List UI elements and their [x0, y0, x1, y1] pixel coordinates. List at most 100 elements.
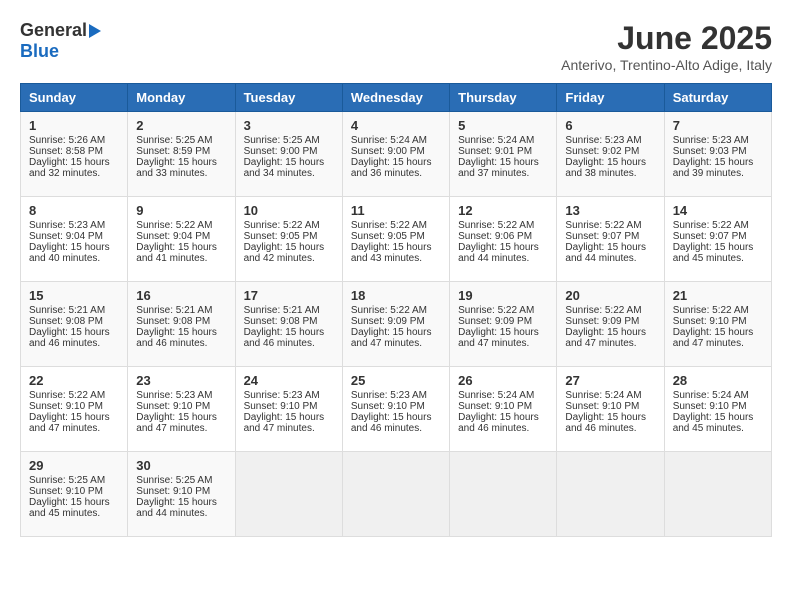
daylight-text: Daylight: 15 hours and 43 minutes.: [351, 242, 441, 264]
table-row: [664, 452, 771, 537]
header-tuesday: Tuesday: [235, 84, 342, 112]
calendar-header-row: Sunday Monday Tuesday Wednesday Thursday…: [21, 84, 772, 112]
calendar-table: Sunday Monday Tuesday Wednesday Thursday…: [20, 83, 772, 537]
sunset-text: Sunset: 9:10 PM: [136, 401, 226, 412]
daylight-text: Daylight: 15 hours and 45 minutes.: [29, 497, 119, 519]
day-number: 28: [673, 373, 763, 388]
sunset-text: Sunset: 9:04 PM: [136, 231, 226, 242]
calendar-title: June 2025: [561, 20, 772, 57]
table-row: 3Sunrise: 5:25 AMSunset: 9:00 PMDaylight…: [235, 112, 342, 197]
sunrise-text: Sunrise: 5:25 AM: [136, 135, 226, 146]
logo: General Blue: [20, 20, 103, 62]
day-number: 6: [565, 118, 655, 133]
daylight-text: Daylight: 15 hours and 37 minutes.: [458, 157, 548, 179]
day-number: 20: [565, 288, 655, 303]
header-friday: Friday: [557, 84, 664, 112]
day-number: 7: [673, 118, 763, 133]
table-row: 22Sunrise: 5:22 AMSunset: 9:10 PMDayligh…: [21, 367, 128, 452]
sunset-text: Sunset: 9:10 PM: [29, 486, 119, 497]
daylight-text: Daylight: 15 hours and 44 minutes.: [458, 242, 548, 264]
sunrise-text: Sunrise: 5:22 AM: [136, 220, 226, 231]
table-row: 4Sunrise: 5:24 AMSunset: 9:00 PMDaylight…: [342, 112, 449, 197]
table-row: 8 Sunrise: 5:23 AMSunset: 9:04 PMDaylight…: [21, 197, 128, 282]
day-number: 24: [244, 373, 334, 388]
daylight-text: Daylight: 15 hours and 47 minutes.: [458, 327, 548, 349]
sunrise-text: Sunrise: 5:24 AM: [673, 390, 763, 401]
day-number: 1: [29, 118, 119, 133]
calendar-week-row: 1Sunrise: 5:26 AMSunset: 8:58 PMDaylight…: [21, 112, 772, 197]
daylight-text: Daylight: 15 hours and 36 minutes.: [351, 157, 441, 179]
sunset-text: Sunset: 9:04 PM: [29, 231, 119, 242]
table-row: 23Sunrise: 5:23 AMSunset: 9:10 PMDayligh…: [128, 367, 235, 452]
sunrise-text: Sunrise: 5:25 AM: [29, 475, 119, 486]
sunrise-text: Sunrise: 5:26 AM: [29, 135, 119, 146]
day-number: 27: [565, 373, 655, 388]
sunset-text: Sunset: 9:01 PM: [458, 146, 548, 157]
sunrise-text: Sunrise: 5:25 AM: [244, 135, 334, 146]
table-row: [450, 452, 557, 537]
day-number: 15: [29, 288, 119, 303]
sunrise-text: Sunrise: 5:22 AM: [673, 305, 763, 316]
daylight-text: Daylight: 15 hours and 33 minutes.: [136, 157, 226, 179]
daylight-text: Daylight: 15 hours and 32 minutes.: [29, 157, 119, 179]
daylight-text: Daylight: 15 hours and 46 minutes.: [458, 412, 548, 434]
table-row: 11Sunrise: 5:22 AMSunset: 9:05 PMDayligh…: [342, 197, 449, 282]
sunrise-text: Sunrise: 5:23 AM: [29, 220, 119, 231]
daylight-text: Daylight: 15 hours and 47 minutes.: [565, 327, 655, 349]
sunset-text: Sunset: 9:10 PM: [244, 401, 334, 412]
daylight-text: Daylight: 15 hours and 47 minutes.: [244, 412, 334, 434]
sunrise-text: Sunrise: 5:22 AM: [244, 220, 334, 231]
table-row: [235, 452, 342, 537]
header-thursday: Thursday: [450, 84, 557, 112]
sunset-text: Sunset: 8:59 PM: [136, 146, 226, 157]
sunrise-text: Sunrise: 5:23 AM: [673, 135, 763, 146]
day-number: 26: [458, 373, 548, 388]
day-number: 21: [673, 288, 763, 303]
day-number: 29: [29, 458, 119, 473]
day-number: 13: [565, 203, 655, 218]
daylight-text: Daylight: 15 hours and 39 minutes.: [673, 157, 763, 179]
daylight-text: Daylight: 15 hours and 47 minutes.: [29, 412, 119, 434]
daylight-text: Daylight: 15 hours and 47 minutes.: [136, 412, 226, 434]
sunset-text: Sunset: 9:08 PM: [29, 316, 119, 327]
table-row: 16Sunrise: 5:21 AMSunset: 9:08 PMDayligh…: [128, 282, 235, 367]
sunset-text: Sunset: 9:10 PM: [29, 401, 119, 412]
table-row: 13Sunrise: 5:22 AMSunset: 9:07 PMDayligh…: [557, 197, 664, 282]
sunset-text: Sunset: 9:08 PM: [136, 316, 226, 327]
sunset-text: Sunset: 9:00 PM: [351, 146, 441, 157]
table-row: 20Sunrise: 5:22 AMSunset: 9:09 PMDayligh…: [557, 282, 664, 367]
table-row: 7Sunrise: 5:23 AMSunset: 9:03 PMDaylight…: [664, 112, 771, 197]
table-row: 21Sunrise: 5:22 AMSunset: 9:10 PMDayligh…: [664, 282, 771, 367]
daylight-text: Daylight: 15 hours and 40 minutes.: [29, 242, 119, 264]
header-monday: Monday: [128, 84, 235, 112]
sunset-text: Sunset: 9:05 PM: [244, 231, 334, 242]
sunrise-text: Sunrise: 5:24 AM: [565, 390, 655, 401]
sunrise-text: Sunrise: 5:25 AM: [136, 475, 226, 486]
calendar-week-row: 15Sunrise: 5:21 AMSunset: 9:08 PMDayligh…: [21, 282, 772, 367]
sunset-text: Sunset: 9:00 PM: [244, 146, 334, 157]
table-row: 24Sunrise: 5:23 AMSunset: 9:10 PMDayligh…: [235, 367, 342, 452]
sunrise-text: Sunrise: 5:23 AM: [565, 135, 655, 146]
calendar-body: 1Sunrise: 5:26 AMSunset: 8:58 PMDaylight…: [21, 112, 772, 537]
calendar-week-row: 8Sunrise: 5:23 AMSunset: 9:04 PMDaylight…: [21, 197, 772, 282]
sunset-text: Sunset: 9:07 PM: [673, 231, 763, 242]
daylight-text: Daylight: 15 hours and 42 minutes.: [244, 242, 334, 264]
sunset-text: Sunset: 9:10 PM: [351, 401, 441, 412]
table-row: 25Sunrise: 5:23 AMSunset: 9:10 PMDayligh…: [342, 367, 449, 452]
day-number: 2: [136, 118, 226, 133]
daylight-text: Daylight: 15 hours and 41 minutes.: [136, 242, 226, 264]
table-row: [342, 452, 449, 537]
table-row: 17Sunrise: 5:21 AMSunset: 9:08 PMDayligh…: [235, 282, 342, 367]
day-number: 8: [29, 203, 119, 218]
sunset-text: Sunset: 9:06 PM: [458, 231, 548, 242]
day-number: 9: [136, 203, 226, 218]
sunset-text: Sunset: 9:09 PM: [351, 316, 441, 327]
daylight-text: Daylight: 15 hours and 46 minutes.: [565, 412, 655, 434]
table-row: 2 Sunrise: 5:25 AMSunset: 8:59 PMDaylight…: [128, 112, 235, 197]
header-sunday: Sunday: [21, 84, 128, 112]
sunset-text: Sunset: 9:05 PM: [351, 231, 441, 242]
sunset-text: Sunset: 8:58 PM: [29, 146, 119, 157]
sunrise-text: Sunrise: 5:22 AM: [458, 305, 548, 316]
day-number: 10: [244, 203, 334, 218]
table-row: 30Sunrise: 5:25 AMSunset: 9:10 PMDayligh…: [128, 452, 235, 537]
